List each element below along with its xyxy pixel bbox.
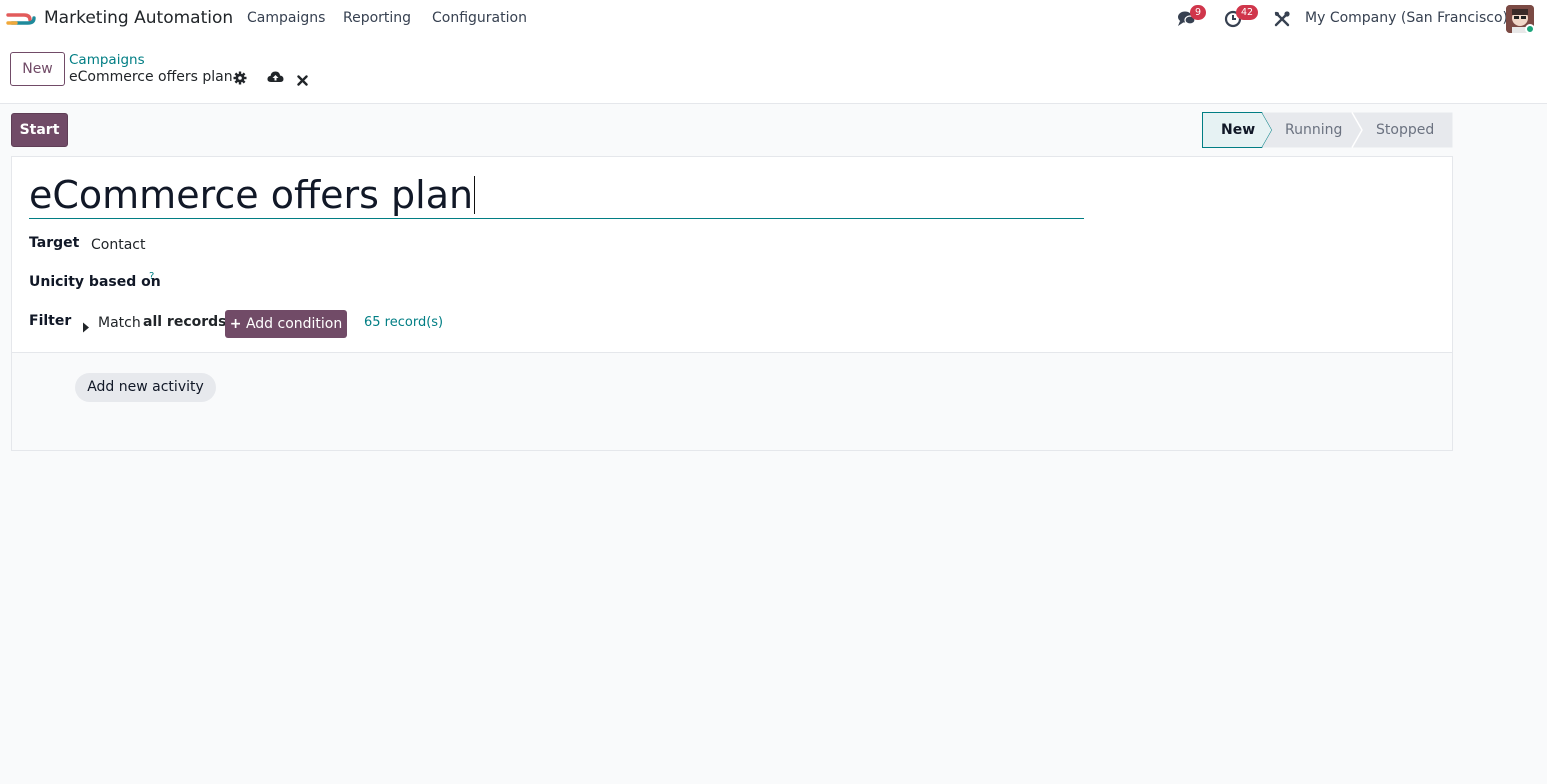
app-name[interactable]: Marketing Automation — [44, 8, 233, 28]
unicity-label: Unicity based on — [29, 274, 161, 290]
top-navbar: Marketing Automation Campaigns Reporting… — [0, 0, 1547, 38]
stage-stopped[interactable]: Stopped — [1376, 112, 1434, 148]
add-condition-label: Add condition — [245, 316, 343, 332]
records-count-link[interactable]: 65 record(s) — [364, 315, 443, 330]
add-condition-button[interactable]: + Add condition — [225, 310, 347, 338]
new-record-button[interactable]: New — [10, 52, 65, 86]
campaign-name-value: eCommerce offers plan — [29, 173, 474, 217]
add-new-activity-button[interactable]: Add new activity — [75, 373, 216, 402]
stage-running[interactable]: Running — [1285, 112, 1342, 148]
filter-label: Filter — [29, 313, 72, 329]
plus-icon: + — [229, 316, 242, 332]
match-prefix: Match — [98, 315, 141, 331]
menu-reporting[interactable]: Reporting — [343, 10, 411, 26]
breadcrumb-current: eCommerce offers plan — [69, 69, 233, 85]
tools-icon — [1274, 11, 1290, 27]
stage-new[interactable]: New — [1221, 112, 1255, 148]
match-all-records[interactable]: all records — [143, 314, 227, 330]
control-panel: New Campaigns eCommerce offers plan — [0, 38, 1547, 104]
discard-close-icon[interactable] — [297, 71, 308, 90]
marketing-automation-logo-icon[interactable] — [6, 9, 37, 29]
messages-badge: 9 — [1190, 5, 1207, 20]
menu-campaigns[interactable]: Campaigns — [247, 10, 325, 26]
campaign-name-input[interactable]: eCommerce offers plan — [29, 171, 1084, 219]
activities-section — [12, 352, 1452, 450]
debug-tools-systray[interactable] — [1273, 10, 1291, 32]
save-cloud-icon[interactable] — [267, 69, 284, 88]
target-field[interactable]: Contact — [91, 237, 145, 253]
form-sheet: eCommerce offers plan Target Contact Uni… — [11, 156, 1453, 451]
caret-right-icon[interactable] — [82, 318, 90, 337]
online-status-dot — [1525, 24, 1535, 34]
menu-configuration[interactable]: Configuration — [432, 10, 527, 26]
activities-badge: 42 — [1236, 5, 1259, 20]
start-button[interactable]: Start — [11, 113, 68, 147]
company-switcher[interactable]: My Company (San Francisco) — [1305, 10, 1508, 26]
gear-icon[interactable] — [233, 70, 247, 89]
status-bar: New Running Stopped — [1202, 112, 1453, 148]
target-label: Target — [29, 235, 80, 251]
text-cursor — [474, 176, 476, 214]
unicity-help-tooltip[interactable]: ? — [149, 271, 154, 282]
breadcrumb-campaigns[interactable]: Campaigns — [69, 52, 145, 68]
